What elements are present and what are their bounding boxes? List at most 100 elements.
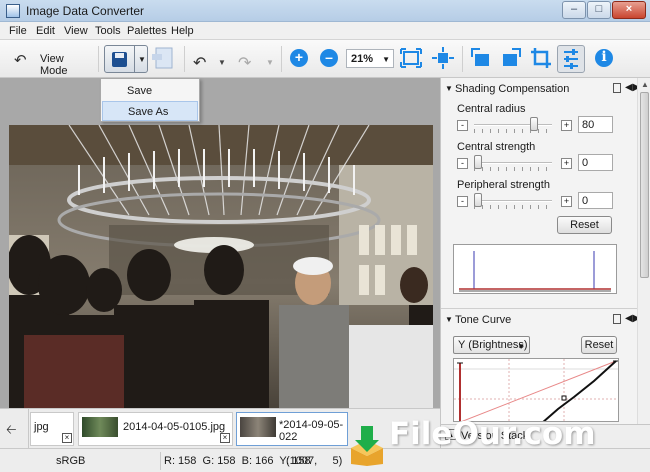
central-strength-input[interactable]: 0 xyxy=(578,154,613,171)
central-strength-decrease[interactable]: - xyxy=(457,158,468,169)
toolbar-separator xyxy=(281,46,282,72)
central-strength-track[interactable] xyxy=(474,162,552,164)
zoom-value: 21% xyxy=(351,53,374,65)
rotate-right-button[interactable] xyxy=(498,45,526,73)
factory-photo xyxy=(9,125,433,441)
fit-window-icon xyxy=(400,48,422,68)
redo-icon[interactable]: ↷ xyxy=(238,53,251,73)
peripheral-strength-slider[interactable] xyxy=(474,193,482,207)
peripheral-strength-ticks xyxy=(474,205,552,209)
toolbar-separator xyxy=(462,46,463,72)
collapse-triangle-icon[interactable]: ▼ xyxy=(445,84,453,93)
menu-edit[interactable]: Edit xyxy=(36,25,55,37)
shading-reset-button[interactable]: Reset xyxy=(557,216,612,234)
zoom-in-icon[interactable]: + xyxy=(290,49,308,67)
pin-icon[interactable] xyxy=(613,83,621,93)
save-split-button[interactable]: ▼ xyxy=(104,45,148,73)
adjust-palette-button[interactable] xyxy=(557,45,585,73)
minimize-button[interactable]: – xyxy=(562,1,586,19)
panel-scrollbar[interactable]: ▲ xyxy=(637,78,650,424)
menu-item-save-as[interactable]: Save As xyxy=(102,101,198,121)
film-thumbnail xyxy=(240,417,276,437)
central-radius-increase[interactable]: + xyxy=(561,120,572,131)
peripheral-strength-increase[interactable]: + xyxy=(561,196,572,207)
zoom-caret-icon[interactable]: ▼ xyxy=(382,55,390,64)
adjustment-panel: ▼ Shading Compensation ◀▶ Central radius… xyxy=(440,78,650,424)
tone-curve-title: Tone Curve xyxy=(455,314,512,326)
back-arrow-icon: ↶ xyxy=(14,52,27,69)
convert-jpeg-tiff-button[interactable] xyxy=(150,45,178,73)
menu-view[interactable]: View xyxy=(64,25,88,37)
shading-section-header[interactable]: ▼ Shading Compensation ◀▶ xyxy=(441,79,640,99)
tone-curve-reset-button[interactable]: Reset xyxy=(581,336,617,354)
close-icon[interactable]: × xyxy=(62,433,72,443)
scrollbar-thumb[interactable] xyxy=(640,92,649,278)
image-canvas[interactable] xyxy=(0,78,440,441)
central-strength-slider[interactable] xyxy=(474,155,482,169)
undo-caret-icon[interactable]: ▼ xyxy=(218,58,226,67)
central-strength-ticks xyxy=(474,167,552,171)
film-item-name: 2014-04-05-0105.jpg xyxy=(123,421,226,433)
film-item[interactable]: 2014-04-05-0105.jpg × xyxy=(78,412,233,446)
menu-tools[interactable]: Tools xyxy=(95,25,121,37)
scroll-up-icon[interactable]: ▲ xyxy=(641,80,649,89)
collapse-triangle-icon[interactable]: ▼ xyxy=(445,315,453,324)
channel-select[interactable]: Y (Brightness) ▼ xyxy=(453,336,530,354)
crop-button[interactable] xyxy=(528,45,556,73)
shading-title: Shading Compensation xyxy=(455,83,570,95)
film-item[interactable]: jpg × xyxy=(30,412,74,446)
peripheral-strength-track[interactable] xyxy=(474,200,552,202)
menu-file[interactable]: File xyxy=(9,25,27,37)
watermark-text: FileOur.com xyxy=(389,416,596,452)
download-box-icon xyxy=(351,426,383,466)
zoom-combo[interactable]: 21% ▼ xyxy=(346,49,394,68)
app-icon xyxy=(6,4,20,18)
central-radius-decrease[interactable]: - xyxy=(457,120,468,131)
peripheral-strength-input[interactable]: 0 xyxy=(578,192,613,209)
redo-caret-icon[interactable]: ▼ xyxy=(266,58,274,67)
title-bar: Image Data Converter – □ × xyxy=(0,0,650,22)
pin-icon[interactable] xyxy=(613,314,621,324)
rotate-right-icon xyxy=(503,48,521,66)
toolbar-separator xyxy=(184,46,185,72)
central-radius-slider[interactable] xyxy=(530,117,538,131)
film-item-active[interactable]: *2014-09-05-022 xyxy=(236,412,348,446)
menu-help[interactable]: Help xyxy=(171,25,194,37)
central-radius-input[interactable]: 80 xyxy=(578,116,613,133)
peripheral-strength-decrease[interactable]: - xyxy=(457,196,468,207)
chevron-down-icon: ▼ xyxy=(517,342,525,351)
menu-item-save[interactable]: Save xyxy=(102,81,198,101)
window-title: Image Data Converter xyxy=(26,4,145,18)
close-icon[interactable]: × xyxy=(220,433,230,443)
save-dropdown-caret-icon[interactable]: ▼ xyxy=(138,55,146,64)
film-item-name: jpg xyxy=(34,421,49,433)
floppy-save-icon xyxy=(112,52,127,67)
save-menu: Save Save As xyxy=(100,78,200,122)
central-radius-track[interactable] xyxy=(474,124,552,126)
filmstrip-prev-icon[interactable]: 🡠 xyxy=(6,421,17,443)
filmstrip-separator xyxy=(28,409,29,449)
preview-image xyxy=(9,125,433,441)
view-mode-button[interactable]: ↶ View Mode xyxy=(10,45,94,77)
undo-icon[interactable]: ↶ xyxy=(193,53,206,73)
close-button[interactable]: × xyxy=(612,1,646,19)
actual-size-button[interactable] xyxy=(430,45,458,73)
fileour-watermark: FileOur.com xyxy=(345,406,650,472)
menu-palettes[interactable]: Palettes xyxy=(127,25,167,37)
menu-bar: File Edit View Tools Palettes Help xyxy=(0,22,650,40)
toolbar-separator xyxy=(98,46,99,72)
info-icon[interactable]: i xyxy=(595,49,613,67)
section-divider xyxy=(441,308,637,309)
rotate-left-button[interactable] xyxy=(468,45,496,73)
rotate-left-icon xyxy=(471,48,489,66)
view-mode-label: View Mode xyxy=(40,53,68,77)
maximize-button[interactable]: □ xyxy=(587,1,611,19)
fit-window-button[interactable] xyxy=(398,45,426,73)
shading-preview-graph xyxy=(453,244,617,294)
cursor-coords-status: (1007, 5) xyxy=(286,455,343,467)
status-separator xyxy=(160,452,161,470)
actual-size-icon xyxy=(432,47,454,69)
zoom-out-icon[interactable]: – xyxy=(320,49,338,67)
tone-curve-section-header[interactable]: ▼ Tone Curve ◀▶ xyxy=(441,310,640,330)
central-strength-increase[interactable]: + xyxy=(561,158,572,169)
